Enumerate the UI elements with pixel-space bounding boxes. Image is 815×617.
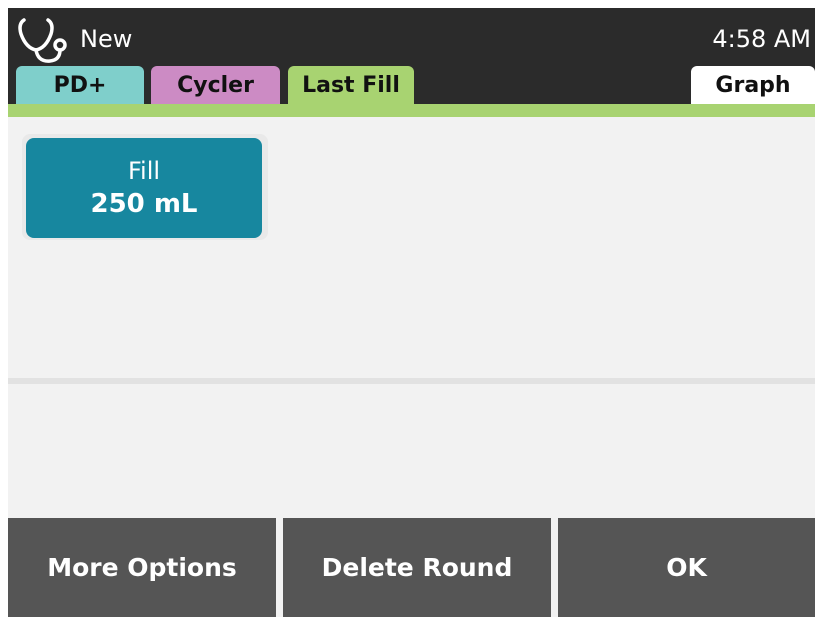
tab-graph[interactable]: Graph [691,66,815,104]
stethoscope-icon [18,18,67,63]
fill-button[interactable]: Fill 250 mL [26,138,262,238]
ok-button[interactable]: OK [558,518,815,617]
tab-label: Cycler [177,72,254,98]
tab-label: Last Fill [302,72,400,98]
delete-round-button[interactable]: Delete Round [283,518,551,617]
section-divider [8,378,815,384]
button-label: OK [666,553,707,582]
fill-volume: 250 mL [90,189,198,219]
tab-last-fill[interactable]: Last Fill [288,66,414,104]
button-label: More Options [47,553,237,582]
device-screen: New 4:58 AM PD+ Cycler Last Fill Graph F… [8,8,815,617]
page-title: New [80,25,133,53]
fill-card: Fill 250 mL [22,134,268,240]
tab-cycler[interactable]: Cycler [151,66,280,104]
fill-label: Fill [127,157,161,185]
tab-label: PD+ [53,72,107,98]
tab-accent-bar [8,104,815,117]
more-options-button[interactable]: More Options [8,518,276,617]
tab-label: Graph [715,72,791,98]
header-bar: New 4:58 AM PD+ Cycler Last Fill Graph [8,8,815,104]
clock-time: 4:58 AM [712,25,811,53]
tab-pd-plus[interactable]: PD+ [16,66,144,104]
button-label: Delete Round [321,553,513,582]
